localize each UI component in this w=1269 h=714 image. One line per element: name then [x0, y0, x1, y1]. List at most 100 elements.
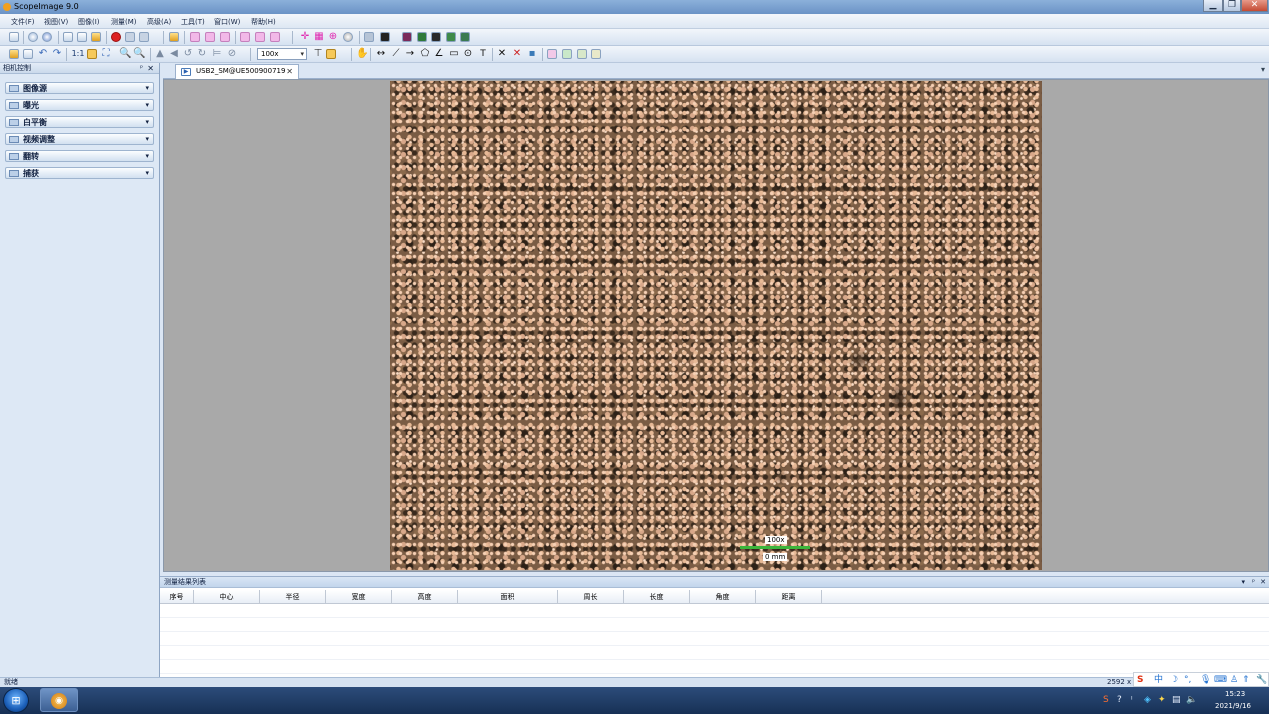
maximize-button[interactable]: ❐: [1223, 0, 1241, 12]
layout-icon[interactable]: [591, 49, 601, 59]
sogou-tray-icon[interactable]: S: [1103, 695, 1109, 705]
grid-icon[interactable]: ▦: [313, 30, 325, 44]
sogou-icon[interactable]: S: [1137, 674, 1143, 686]
open-folder-icon[interactable]: [169, 32, 179, 42]
settings-icon[interactable]: [42, 32, 52, 42]
input-method-bar[interactable]: S 中 ☽ °, 🎙 ⌨ ♙ ⇑ 🔧: [1133, 672, 1269, 687]
menu-advanced[interactable]: 高级(A): [147, 17, 171, 27]
magnifier-settings-icon[interactable]: [343, 32, 353, 42]
column-header-width[interactable]: 宽度: [326, 590, 392, 604]
group-capture[interactable]: 捕获 ▾: [5, 167, 154, 179]
enhance-icon[interactable]: [446, 32, 456, 42]
redo-icon[interactable]: ↷: [51, 47, 63, 61]
delete-all-icon[interactable]: ✕: [511, 47, 523, 61]
target-icon[interactable]: ⊕: [327, 30, 339, 44]
flip-up-icon[interactable]: ▲: [154, 47, 166, 61]
align-center-icon[interactable]: [205, 32, 215, 42]
skin-icon[interactable]: ⇑: [1242, 674, 1250, 686]
zoom-select[interactable]: 100x ▾: [257, 48, 307, 60]
calibration-icon[interactable]: [326, 49, 336, 59]
polyline-icon[interactable]: ⟋: [390, 47, 402, 61]
mirror-icon[interactable]: ⊨: [211, 47, 223, 61]
tab-camera-stream[interactable]: ▶ USB2_SM@UE500900719 ✕: [175, 64, 299, 79]
user-icon[interactable]: ♙: [1230, 674, 1238, 686]
color-picker-icon[interactable]: ▪: [526, 47, 538, 61]
invert-icon[interactable]: [431, 32, 441, 42]
pause-icon[interactable]: [125, 32, 135, 42]
scale-bar[interactable]: [740, 546, 810, 549]
help-tray-icon[interactable]: ?: [1117, 695, 1122, 705]
actual-size-button[interactable]: 1:1: [70, 47, 86, 61]
rectangle-icon[interactable]: ▭: [448, 47, 460, 61]
chinese-mode-icon[interactable]: 中: [1154, 674, 1163, 686]
image-icon[interactable]: [364, 32, 374, 42]
menu-image[interactable]: 图像(I): [78, 17, 100, 27]
pin-icon[interactable]: ᵖ: [140, 63, 143, 74]
chevron-down-icon[interactable]: ▾: [1241, 577, 1245, 588]
column-header-area[interactable]: 面积: [458, 590, 558, 604]
menu-file[interactable]: 文件(F): [11, 17, 35, 27]
menu-tools[interactable]: 工具(T): [181, 17, 205, 27]
histogram-icon[interactable]: [417, 32, 427, 42]
update-tray-icon[interactable]: ✦: [1158, 695, 1166, 705]
fit-window-icon[interactable]: [87, 49, 97, 59]
filter-icon[interactable]: [460, 32, 470, 42]
fullscreen-icon[interactable]: ⛶: [100, 47, 112, 61]
microphone-icon[interactable]: 🎙: [1200, 674, 1211, 686]
line-measure-icon[interactable]: ↔: [375, 47, 387, 61]
undo-icon[interactable]: ↶: [37, 47, 49, 61]
align-left-icon[interactable]: [190, 32, 200, 42]
snapshot-icon[interactable]: [63, 32, 73, 42]
menu-window[interactable]: 窗口(W): [214, 17, 240, 27]
column-header-height[interactable]: 高度: [392, 590, 458, 604]
minimize-button[interactable]: ▁: [1203, 0, 1223, 12]
close-tab-icon[interactable]: ✕: [286, 65, 293, 78]
color-icon[interactable]: [402, 32, 412, 42]
align-right-icon[interactable]: [220, 32, 230, 42]
play-icon[interactable]: [28, 32, 38, 42]
volume-tray-icon[interactable]: 🔈: [1186, 695, 1197, 705]
export-icon[interactable]: [547, 49, 557, 59]
group-image-source[interactable]: 图像源 ▾: [5, 82, 154, 94]
delete-icon[interactable]: ✕: [496, 47, 508, 61]
zoom-in-icon[interactable]: 🔍: [119, 47, 131, 61]
menu-help[interactable]: 帮助(H): [251, 17, 276, 27]
column-header-perimeter[interactable]: 周长: [558, 590, 624, 604]
distribute-icon[interactable]: [255, 32, 265, 42]
table-export-icon[interactable]: [577, 49, 587, 59]
keyboard-icon[interactable]: ⌨: [1214, 674, 1227, 686]
group-white-balance[interactable]: 白平衡 ▾: [5, 116, 154, 128]
save-icon[interactable]: [23, 49, 33, 59]
microscope-image[interactable]: [390, 81, 1042, 570]
contrast-icon[interactable]: [380, 32, 390, 42]
start-button[interactable]: ⊞: [3, 688, 29, 713]
image-viewer[interactable]: 100x 0 mm: [163, 79, 1269, 572]
menu-view[interactable]: 视图(V): [44, 17, 68, 27]
hand-icon[interactable]: ✋: [356, 47, 368, 61]
column-header-index[interactable]: 序号: [160, 590, 194, 604]
report-icon[interactable]: [562, 49, 572, 59]
group-video-adjust[interactable]: 视频调整 ▾: [5, 133, 154, 145]
crosshair-icon[interactable]: ✛: [299, 30, 311, 44]
circle-icon[interactable]: ⊙: [462, 47, 474, 61]
taskbar-app-scopeimage[interactable]: ◉: [40, 688, 78, 712]
stop-icon[interactable]: [139, 32, 149, 42]
clock-time[interactable]: 15:23: [1225, 690, 1245, 698]
column-header-radius[interactable]: 半径: [260, 590, 326, 604]
angle-icon[interactable]: ∠: [433, 47, 445, 61]
punctuation-icon[interactable]: °,: [1184, 674, 1191, 686]
link-icon[interactable]: ⊘: [226, 47, 238, 61]
menu-measure[interactable]: 测量(M): [111, 17, 137, 27]
column-header-length[interactable]: 长度: [624, 590, 690, 604]
text-tool-button[interactable]: T: [477, 47, 489, 61]
close-icon[interactable]: ✕: [147, 63, 154, 74]
ruler-icon[interactable]: ⊤: [312, 47, 324, 61]
zoom-out-icon[interactable]: 🔍: [133, 47, 145, 61]
close-button[interactable]: ✕: [1241, 0, 1268, 12]
arrange-icon[interactable]: [240, 32, 250, 42]
rotate-left-icon[interactable]: ↺: [182, 47, 194, 61]
pin-icon[interactable]: ᵖ: [1252, 577, 1255, 588]
group-exposure[interactable]: 曝光 ▾: [5, 99, 154, 111]
folder-icon[interactable]: [91, 32, 101, 42]
usb-tray-icon[interactable]: ᵎ: [1131, 695, 1133, 705]
